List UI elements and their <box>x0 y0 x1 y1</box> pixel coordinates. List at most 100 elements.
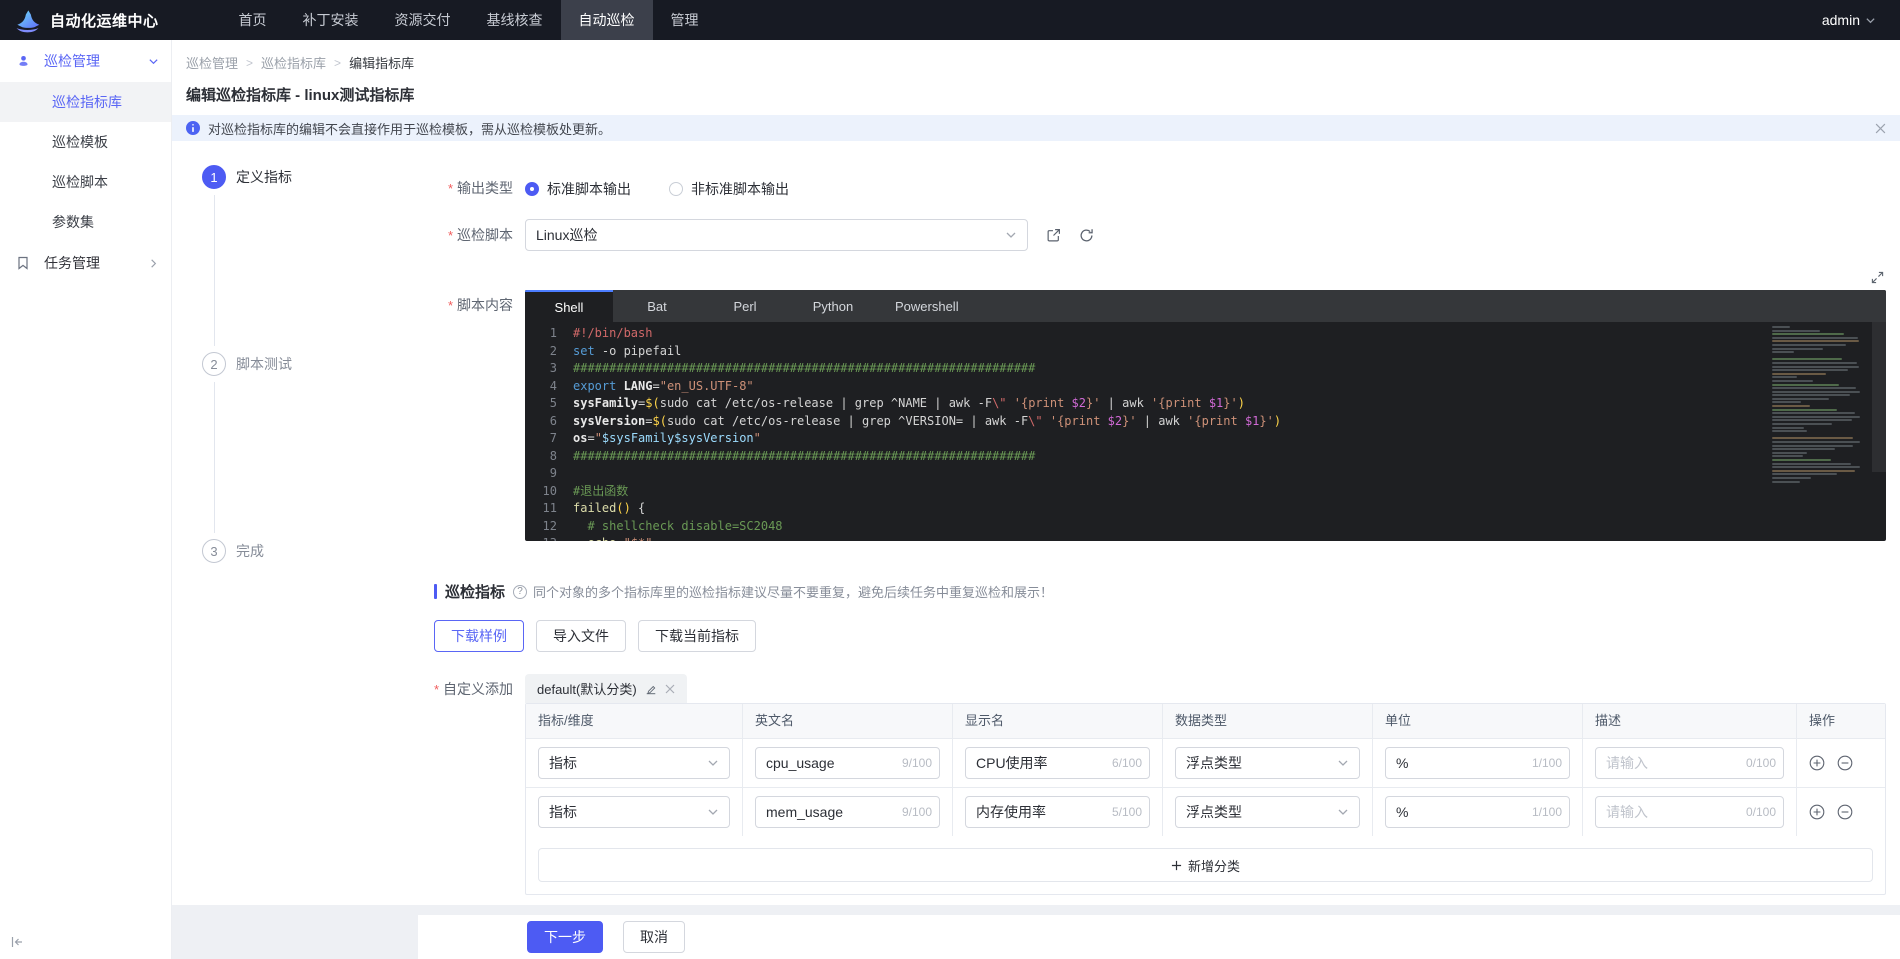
char-counter: 6/100 <box>1112 756 1142 770</box>
chevron-down-icon <box>1337 806 1349 818</box>
collapse-sidebar-icon[interactable] <box>10 935 24 949</box>
data-type-select-value: 浮点类型 <box>1186 802 1337 822</box>
add-row-icon[interactable] <box>1809 755 1825 771</box>
breadcrumb-item[interactable]: 巡检管理 <box>186 53 238 72</box>
output-type-radio[interactable]: 非标准脚本输出 <box>669 179 789 199</box>
metrics-section-hint: 同个对象的多个指标库里的巡检指标建议尽量不要重复，避免后续任务中重复巡检和展示！ <box>533 582 1053 601</box>
page-title: 编辑巡检指标库 - linux测试指标库 <box>186 84 1876 105</box>
line-number: 2 <box>525 343 573 361</box>
step-circle: 3 <box>202 539 226 563</box>
editor-scrollbar[interactable] <box>1872 322 1886 472</box>
chevron-down-icon <box>148 56 159 67</box>
sidebar-item[interactable]: 巡检指标库 <box>0 82 171 122</box>
line-number: 4 <box>525 378 573 396</box>
editor-language-tab[interactable]: Shell <box>525 290 613 322</box>
nav-item[interactable]: 补丁安装 <box>285 0 377 40</box>
metric-type-select[interactable]: 指标 <box>538 747 730 779</box>
editor-language-tab[interactable]: Python <box>789 290 877 322</box>
close-tab-icon[interactable] <box>665 684 675 694</box>
metric-type-select-value: 指标 <box>549 753 707 773</box>
script-content-label: 脚本内容 <box>418 290 513 541</box>
app-title: 自动化运维中心 <box>50 10 159 31</box>
close-icon[interactable] <box>1875 123 1886 134</box>
step-label: 脚本测试 <box>236 354 292 374</box>
output-type-label: 输出类型 <box>418 178 513 199</box>
editor-language-tab[interactable]: Bat <box>613 290 701 322</box>
nav-item[interactable]: 首页 <box>221 0 285 40</box>
radio-dot-icon <box>669 182 683 196</box>
code-line: 12 # shellcheck disable=SC2048 <box>525 518 1886 536</box>
nav-item[interactable]: 基线核查 <box>469 0 561 40</box>
cancel-button[interactable]: 取消 <box>623 921 685 953</box>
editor-minimap[interactable] <box>1772 326 1864 496</box>
code-line: 10#退出函数 <box>525 483 1886 501</box>
add-row-icon[interactable] <box>1809 804 1825 820</box>
char-counter: 1/100 <box>1532 805 1562 819</box>
pin-icon <box>16 54 34 69</box>
script-select[interactable]: Linux巡检 <box>525 219 1028 251</box>
nav-item[interactable]: 管理 <box>653 0 717 40</box>
char-counter: 0/100 <box>1746 756 1776 770</box>
chevron-right-icon <box>148 258 159 269</box>
breadcrumb: 巡检管理>巡检指标库>编辑指标库 <box>186 53 1876 72</box>
code-line: 1#!/bin/bash <box>525 325 1886 343</box>
radio-label: 非标准脚本输出 <box>691 179 789 199</box>
user-menu[interactable]: admin <box>1822 12 1876 28</box>
line-number: 3 <box>525 360 573 378</box>
radio-label: 标准脚本输出 <box>547 179 631 199</box>
sidebar-group[interactable]: 巡检管理 <box>0 40 171 82</box>
app-logo-icon[interactable] <box>12 5 42 35</box>
line-number: 7 <box>525 430 573 448</box>
step-connector <box>214 382 215 533</box>
refresh-icon[interactable] <box>1079 228 1094 243</box>
line-number: 8 <box>525 448 573 466</box>
breadcrumb-item[interactable]: 巡检指标库 <box>261 53 326 72</box>
script-select-value: Linux巡检 <box>536 225 1005 245</box>
nav-item[interactable]: 自动巡检 <box>561 0 653 40</box>
add-category-label: 新增分类 <box>1188 856 1240 875</box>
column-header: 操作 <box>1797 704 1885 738</box>
script-label: 巡检脚本 <box>418 219 513 252</box>
top-nav: 自动化运维中心 首页补丁安装资源交付基线核查自动巡检管理 admin <box>0 0 1900 40</box>
remove-row-icon[interactable] <box>1837 804 1853 820</box>
add-category-button[interactable]: 新增分类 <box>538 848 1873 882</box>
chevron-down-icon <box>1865 15 1876 26</box>
code-line: 5sysFamily=$(sudo cat /etc/os-release | … <box>525 395 1886 413</box>
sidebar: 巡检管理巡检指标库巡检模板巡检脚本参数集任务管理 <box>0 40 172 959</box>
category-tab[interactable]: default(默认分类) <box>525 674 687 703</box>
edit-pencil-icon[interactable] <box>645 683 657 695</box>
metrics-action-button[interactable]: 下载当前指标 <box>638 620 756 652</box>
next-step-button[interactable]: 下一步 <box>527 921 603 953</box>
sidebar-item[interactable]: 巡检脚本 <box>0 162 171 202</box>
line-number: 11 <box>525 500 573 518</box>
metric-type-select[interactable]: 指标 <box>538 796 730 828</box>
column-header: 数据类型 <box>1163 704 1373 738</box>
banner-text: 对巡检指标库的编辑不会直接作用于巡检模板，需从巡检模板处更新。 <box>208 119 611 138</box>
column-header: 指标/维度 <box>526 704 743 738</box>
code-editor[interactable]: ShellBatPerlPythonPowershell 1#!/bin/bas… <box>525 290 1886 541</box>
line-number: 9 <box>525 465 573 483</box>
metrics-action-button[interactable]: 下载样例 <box>434 620 524 652</box>
open-external-icon[interactable] <box>1046 228 1061 243</box>
nav-item[interactable]: 资源交付 <box>377 0 469 40</box>
editor-language-tab[interactable]: Perl <box>701 290 789 322</box>
output-type-radio[interactable]: 标准脚本输出 <box>525 179 631 199</box>
sidebar-group[interactable]: 任务管理 <box>0 242 171 284</box>
editor-language-tab[interactable]: Powershell <box>877 290 977 322</box>
line-number: 1 <box>525 325 573 343</box>
code-line: 4export LANG="en_US.UTF-8" <box>525 378 1886 396</box>
column-header: 描述 <box>1583 704 1797 738</box>
metrics-action-button[interactable]: 导入文件 <box>536 620 626 652</box>
remove-row-icon[interactable] <box>1837 755 1853 771</box>
data-type-select[interactable]: 浮点类型 <box>1175 796 1360 828</box>
code-line: 6sysVersion=$(sudo cat /etc/os-release |… <box>525 413 1886 431</box>
sidebar-item[interactable]: 参数集 <box>0 202 171 242</box>
breadcrumb-separator: > <box>334 56 341 70</box>
code-line: 11failed() { <box>525 500 1886 518</box>
sidebar-item[interactable]: 巡检模板 <box>0 122 171 162</box>
code-line: 3#######################################… <box>525 360 1886 378</box>
chevron-down-icon <box>1005 229 1017 241</box>
data-type-select[interactable]: 浮点类型 <box>1175 747 1360 779</box>
expand-editor-icon[interactable] <box>1871 271 1884 284</box>
wizard-steps: 1定义指标2脚本测试3完成 <box>172 141 418 905</box>
